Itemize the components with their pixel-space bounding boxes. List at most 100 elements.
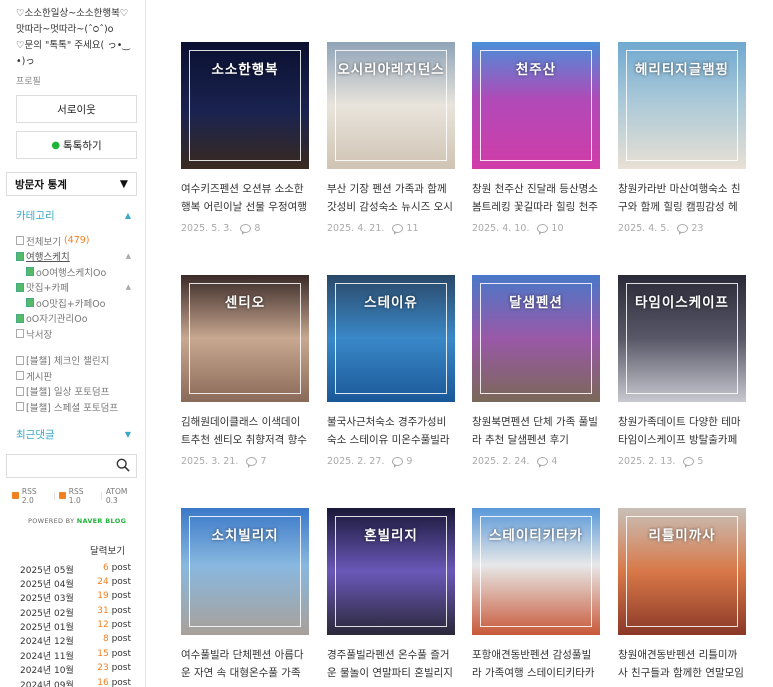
category-item[interactable]: 여행스케치 ▲ bbox=[16, 249, 141, 265]
archive-count: 19 bbox=[97, 591, 109, 602]
post-thumbnail[interactable]: 리틀미까사 bbox=[618, 508, 746, 635]
comment-count: 8 bbox=[254, 223, 261, 234]
post-title[interactable]: 창원카라반 마산여행숙소 친구와 함께 힐링 캠핑감성 헤리티지글램핑 bbox=[618, 181, 746, 216]
post-card[interactable]: 달샘펜션 창원북면펜션 단체 가족 풀빌라 추천 달샘펜션 후기 2025. 2. … bbox=[472, 275, 600, 468]
archive-row[interactable]: 2024년 10월 23 post bbox=[20, 663, 131, 677]
document-icon bbox=[16, 355, 24, 365]
post-title[interactable]: 불국사근처숙소 경주가성비숙소 스테이유 미온수풀빌라펜션 가족여행후기 bbox=[327, 414, 455, 449]
post-card[interactable]: 타임이스케이프창원가족데이트 다양한 테마 타임이스케이프 방탈출카페 즐겨봐 2… bbox=[618, 275, 746, 468]
post-title[interactable]: 창원 천주산 진달래 등산명소 봄트레킹 꽃길따라 힐링 천주암도 추천 bbox=[472, 181, 600, 216]
category-item[interactable]: oO자기관리Oo bbox=[16, 311, 141, 327]
archive-month: 2025년 05월 bbox=[20, 565, 74, 576]
post-card[interactable]: 스테이유불국사근처숙소 경주가성비숙소 스테이유 미온수풀빌라펜션 가족여행후기… bbox=[327, 275, 455, 468]
category-item[interactable]: [블챌] 체크인 챌린지 bbox=[16, 353, 141, 369]
archive-row[interactable]: 2025년 03월 19 post bbox=[20, 591, 131, 605]
talk-button[interactable]: ● 톡톡하기 bbox=[16, 131, 137, 159]
post-thumbnail[interactable]: 천주산 bbox=[472, 42, 600, 169]
thumbnail-title: 타임이스케이프 bbox=[635, 295, 729, 311]
post-card[interactable]: 소치빌리지여수풀빌라 단체펜션 아름다운 자연 속 대형온수풀 가족모임 단체모… bbox=[181, 508, 309, 682]
image-icon bbox=[16, 282, 24, 292]
post-card[interactable]: 헤리티지글램핑창원카라반 마산여행숙소 친구와 함께 힐링 캠핑감성 헤리티지글… bbox=[618, 42, 746, 235]
archive-row[interactable]: 2025년 01월 12 post bbox=[20, 620, 131, 634]
category-label: oO자기관리Oo bbox=[26, 314, 88, 326]
toggle-icon[interactable]: ▲ bbox=[126, 283, 131, 291]
category-item[interactable]: [블챌] 스페셜 포토덤프 bbox=[16, 399, 141, 415]
post-card[interactable]: 오시리아레지던스부산 기장 펜션 가족과 함께 갓성비 감성숙소 뉴시즈 오시리… bbox=[327, 42, 455, 235]
category-item[interactable]: oO여행스케치Oo bbox=[16, 264, 141, 280]
post-title[interactable]: 창원가족데이트 다양한 테마 타임이스케이프 방탈출카페 즐겨봐 bbox=[618, 414, 746, 449]
category-header[interactable]: 카테고리 ▲ bbox=[16, 208, 131, 223]
archive-row[interactable]: 2025년 04월 24 post bbox=[20, 577, 131, 591]
post-thumbnail[interactable]: 오시리아레지던스 bbox=[327, 42, 455, 169]
post-thumbnail[interactable]: 스테이티키타카 bbox=[472, 508, 600, 635]
thumbnail-title: 혼빌리지 bbox=[364, 528, 418, 544]
archive-month: 2024년 12월 bbox=[20, 637, 74, 648]
category-item[interactable]: [블챌] 일상 포토덤프 bbox=[16, 384, 141, 400]
calendar-link[interactable]: 달력보기 bbox=[4, 543, 125, 557]
post-title[interactable]: 부산 기장 펜션 가족과 함께 갓성비 감성숙소 뉴시즈 오시리아 레지던스..… bbox=[327, 181, 455, 216]
post-thumbnail[interactable]: 소치빌리지 bbox=[181, 508, 309, 635]
post-title[interactable]: 창원애견동반펜션 리틀미까사 친구들과 함께한 연말모임 우정여행 bbox=[618, 647, 746, 682]
thumbnail-title: 스테이티키타카 bbox=[489, 528, 583, 544]
category-item[interactable]: oO맛집+카페Oo bbox=[16, 295, 141, 311]
talk-button-label: 톡톡하기 bbox=[63, 139, 102, 152]
post-thumbnail[interactable]: 혼빌리지 bbox=[327, 508, 455, 635]
visitor-stats-dropdown[interactable]: 방문자 통계 ▼ bbox=[6, 172, 137, 196]
recent-comments-header[interactable]: 최근댓글 ▼ bbox=[16, 427, 131, 442]
post-title[interactable]: 포항애견동반펜션 감성풀빌라 가족여행 스테이티키타카 프라이빗A4호 숙소..… bbox=[472, 647, 600, 682]
post-thumbnail[interactable]: 타임이스케이프 bbox=[618, 275, 746, 402]
category-item[interactable]: 전체보기 (479) bbox=[16, 233, 141, 249]
archive-unit: post bbox=[111, 677, 131, 687]
archive-count: 16 bbox=[97, 677, 109, 687]
post-card[interactable]: 리틀미까사창원애견동반펜션 리틀미까사 친구들과 함께한 연말모임 우정여행 bbox=[618, 508, 746, 682]
rss2-link[interactable]: RSS 2.0 bbox=[22, 487, 51, 505]
category-item[interactable]: 낙서장 bbox=[16, 326, 141, 342]
post-card[interactable]: 스테이티키타카포항애견동반펜션 감성풀빌라 가족여행 스테이티키타카 프라이빗A… bbox=[472, 508, 600, 682]
post-thumbnail[interactable]: 센티오 bbox=[181, 275, 309, 402]
post-thumbnail[interactable]: 달샘펜션 bbox=[472, 275, 600, 402]
search-icon[interactable] bbox=[116, 458, 130, 472]
profile-link[interactable]: 프로필 bbox=[4, 70, 141, 87]
image-icon bbox=[16, 313, 24, 323]
atom-link[interactable]: ATOM 0.3 bbox=[106, 487, 141, 505]
archive-row[interactable]: 2025년 05월 6 post bbox=[20, 563, 131, 577]
archive-row[interactable]: 2024년 11월 15 post bbox=[20, 649, 131, 663]
comment-icon bbox=[246, 457, 258, 468]
image-icon bbox=[26, 298, 34, 308]
archive-unit: post bbox=[111, 591, 131, 602]
post-thumbnail[interactable]: 소소한행복 bbox=[181, 42, 309, 169]
post-card[interactable]: 소소한행복 여수키즈펜션 오션뷰 소소한행복 어린이날 선물 우정여행 2025. … bbox=[181, 42, 309, 235]
archive-row[interactable]: 2024년 12월 8 post bbox=[20, 634, 131, 648]
post-title[interactable]: 여수키즈펜션 오션뷰 소소한행복 어린이날 선물 우정여행 bbox=[181, 181, 309, 216]
post-title[interactable]: 여수풀빌라 단체펜션 아름다운 자연 속 대형온수풀 가족모임 단체모임 힐..… bbox=[181, 647, 309, 682]
post-card[interactable]: 혼빌리지경주풀빌라펜션 온수풀 즐거운 물놀이 연말파티 혼빌리지 A101호 … bbox=[327, 508, 455, 682]
comment-icon bbox=[683, 457, 695, 468]
naver-blog-logo: NAVER BLOG bbox=[76, 516, 127, 525]
archive-row[interactable]: 2025년 02월 31 post bbox=[20, 606, 131, 620]
thumbnail-title: 리틀미까사 bbox=[648, 528, 716, 544]
thumbnail-title: 달샘펜션 bbox=[509, 295, 563, 311]
category-label: 낙서장 bbox=[26, 329, 53, 341]
post-title[interactable]: 창원북면펜션 단체 가족 풀빌라 추천 달샘펜션 후기 bbox=[472, 414, 600, 449]
post-title[interactable]: 경주풀빌라펜션 온수풀 즐거운 물놀이 연말파티 혼빌리지 A101호 칠... bbox=[327, 647, 455, 682]
post-thumbnail[interactable]: 헤리티지글램핑 bbox=[618, 42, 746, 169]
post-card[interactable]: 천주산창원 천주산 진달래 등산명소 봄트레킹 꽃길따라 힐링 천주암도 추천 2… bbox=[472, 42, 600, 235]
post-thumbnail[interactable]: 스테이유 bbox=[327, 275, 455, 402]
neighbor-button[interactable]: 서로이웃 bbox=[16, 95, 137, 123]
thumbnail-title: 스테이유 bbox=[364, 295, 418, 311]
category-item[interactable]: 게시판 bbox=[16, 368, 141, 384]
post-card[interactable]: 센티오김해원데이클래스 이색데이트추천 센티오 취향저격 향수만들기 2025. … bbox=[181, 275, 309, 468]
chevron-up-icon: ▲ bbox=[124, 211, 131, 220]
category-item[interactable]: 맛집+카페 ▲ bbox=[16, 280, 141, 296]
archive-month: 2024년 11월 bbox=[20, 651, 74, 662]
toggle-icon[interactable]: ▲ bbox=[126, 252, 131, 260]
archive-list: 2025년 05월 6 post 2025년 04월 24 post 2025년 03월… bbox=[20, 563, 131, 687]
profile-description: ♡소소한일상~소소한행복♡맛따라~멋따라~(ˆ੦ˆ)о ♡문의 "톡톡" 주세요… bbox=[16, 8, 142, 67]
archive-row[interactable]: 2024년 09월 16 post bbox=[20, 678, 131, 687]
rss1-link[interactable]: RSS 1.0 bbox=[69, 487, 98, 505]
category-spacer bbox=[16, 342, 141, 353]
thumbnail-title: 헤리티지글램핑 bbox=[635, 62, 729, 78]
archive-count: 8 bbox=[102, 634, 109, 645]
post-title[interactable]: 김해원데이클래스 이색데이트추천 센티오 취향저격 향수만들기 bbox=[181, 414, 309, 449]
category-label: [블챌] 스페셜 포토덤프 bbox=[26, 402, 119, 414]
